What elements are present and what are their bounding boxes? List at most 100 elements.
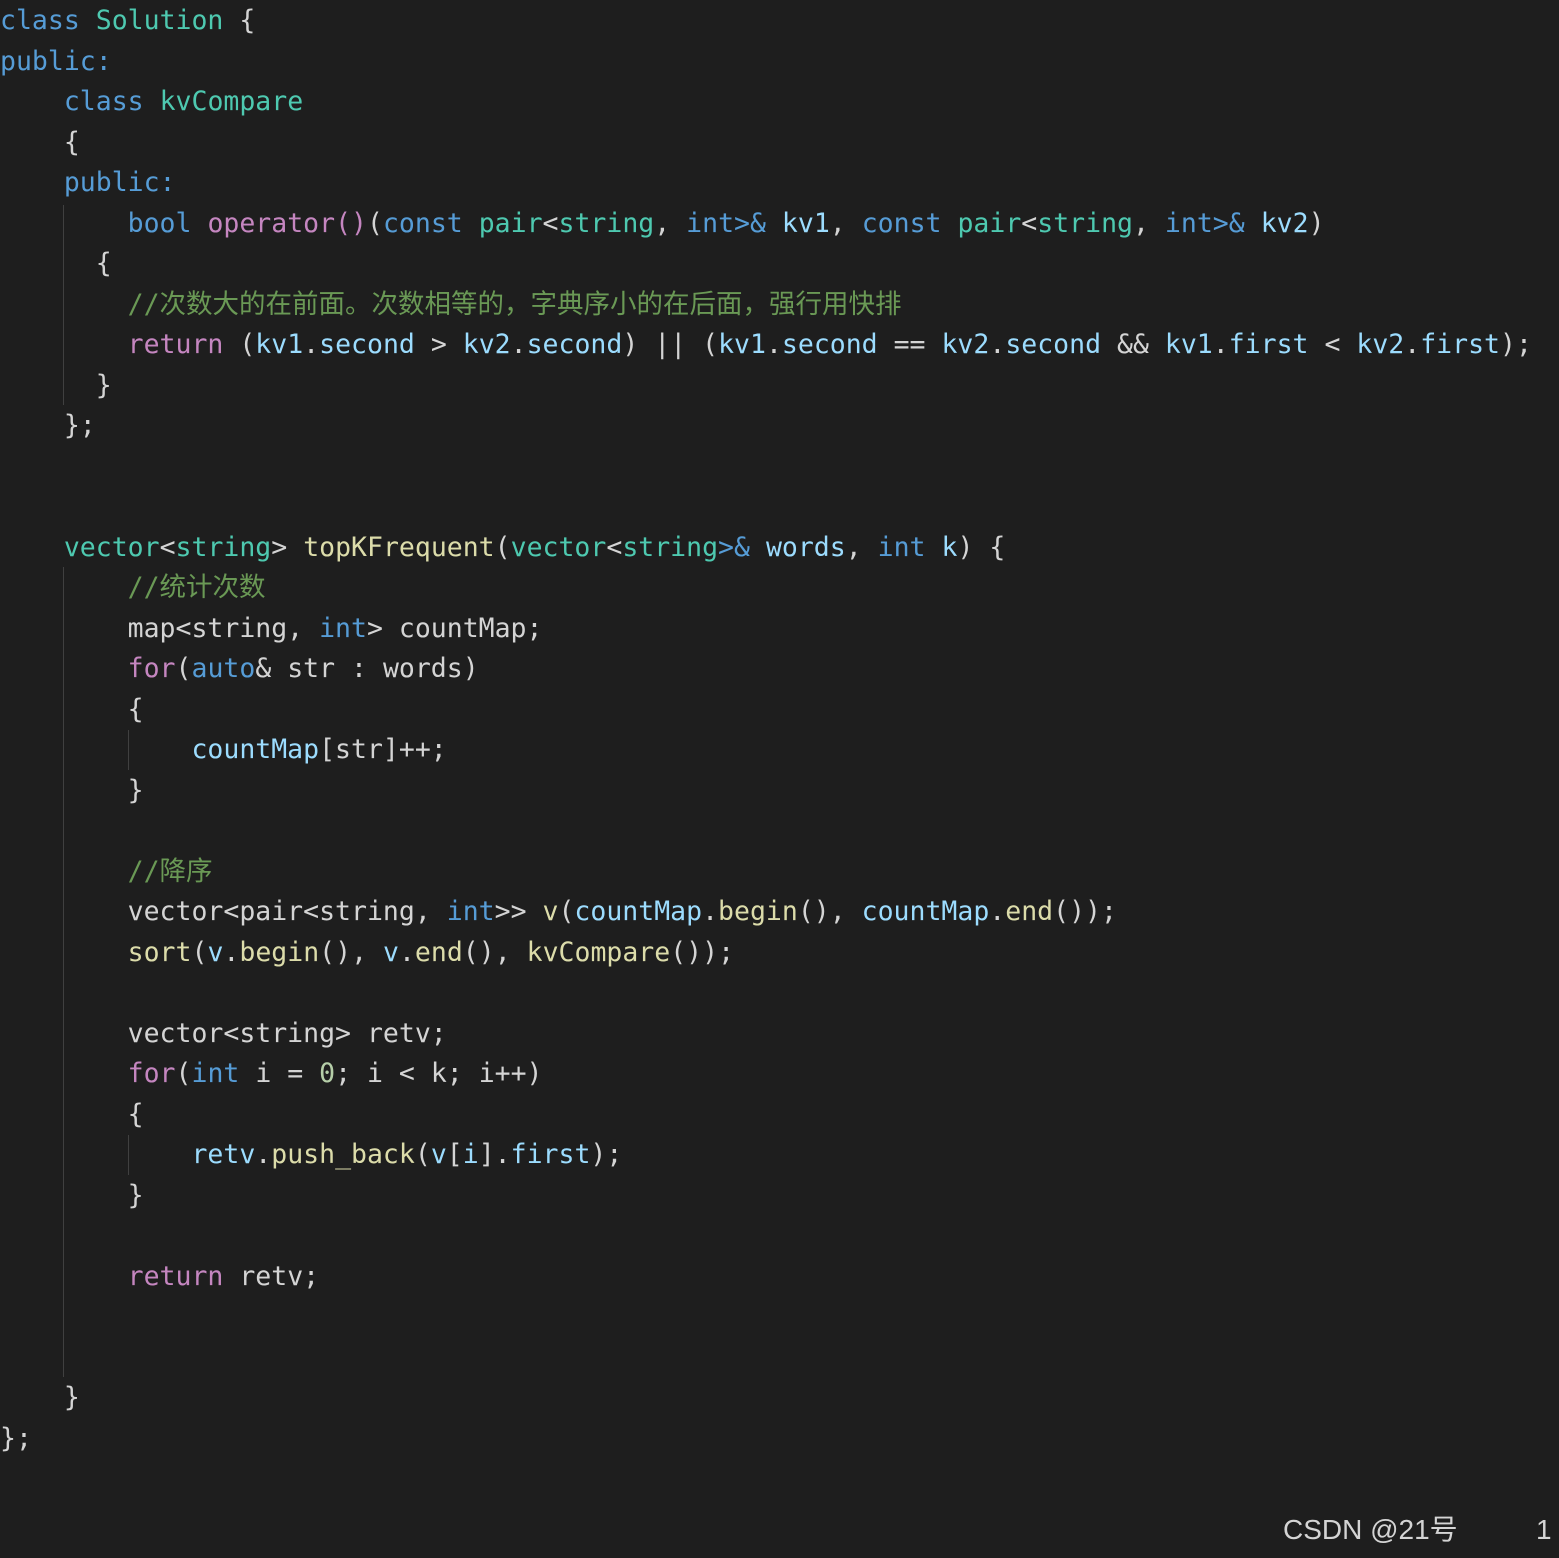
code-line[interactable]: { (0, 123, 80, 163)
code-token: kv2 (1260, 207, 1309, 239)
code-line[interactable]: public: (0, 42, 112, 82)
code-token: . (765, 329, 782, 360)
code-line[interactable]: { (0, 690, 144, 730)
code-token: . (1212, 329, 1229, 360)
code-line[interactable]: } (0, 771, 144, 811)
code-line[interactable]: return (kv1.second > kv2.second) || (kv1… (0, 325, 1532, 365)
code-token: ( (175, 1058, 192, 1089)
code-token: public: (63, 167, 176, 198)
code-token: string (1037, 207, 1133, 239)
code-token: (), (319, 936, 383, 968)
code-line[interactable]: class Solution { (0, 1, 255, 41)
code-token: int (191, 1058, 240, 1089)
code-token: ( (175, 653, 192, 684)
code-token: . (702, 896, 719, 927)
code-token: pair (478, 207, 543, 239)
code-token: int (686, 207, 735, 239)
code-line[interactable]: } (0, 1176, 144, 1216)
code-token: { (0, 126, 80, 158)
code-token: ); (1500, 329, 1532, 360)
code-token: i = (239, 1058, 320, 1089)
code-token: < (542, 207, 559, 239)
code-token: >& (718, 531, 750, 563)
code-line[interactable]: for(auto& str : words) (0, 649, 479, 689)
code-token: . (223, 936, 240, 968)
code-line[interactable]: public: (0, 163, 176, 203)
code-token: ; i < k; i++) (335, 1058, 543, 1089)
code-line[interactable]: vector<string> topKFrequent(vector<strin… (0, 528, 1006, 568)
code-token: int (446, 896, 495, 927)
code-token: string (558, 207, 655, 239)
code-line[interactable]: } (0, 1378, 80, 1418)
code-token: v (382, 936, 399, 968)
code-token: } (0, 369, 112, 401)
code-token: . (510, 329, 527, 360)
code-token: & str : words) (255, 653, 479, 684)
code-line[interactable]: countMap[str]++; (0, 730, 446, 770)
code-token: for (127, 1058, 176, 1089)
code-token: v (430, 1139, 447, 1170)
code-token: . (989, 896, 1006, 927)
code-token: } (0, 1179, 144, 1211)
code-token: > countMap; (366, 612, 543, 644)
code-line[interactable]: class kvCompare (0, 82, 303, 122)
code-line[interactable]: //统计次数 (0, 568, 266, 608)
code-token: k (941, 531, 958, 563)
code-token: end (1005, 896, 1054, 927)
code-token: map<string, (127, 612, 320, 644)
code-token: [ (446, 1139, 463, 1170)
code-token: begin (239, 936, 320, 968)
code-token: kv1 (255, 329, 304, 360)
code-line[interactable]: for(int i = 0; i < k; i++) (0, 1054, 543, 1094)
code-line[interactable]: vector<pair<string, int>> v(countMap.beg… (0, 892, 1117, 932)
code-token: const (861, 207, 942, 239)
csdn-watermark: CSDN @21号 (1283, 1514, 1458, 1545)
code-token: kvCompare (526, 936, 671, 968)
code-token: begin (718, 896, 798, 927)
code-token: > (271, 531, 304, 563)
code-line[interactable]: retv.push_back(v[i].first); (0, 1135, 622, 1175)
code-line[interactable]: } (0, 366, 112, 406)
code-line[interactable]: { (0, 1095, 144, 1135)
code-token: . (989, 329, 1006, 360)
code-token: (), (797, 896, 862, 927)
code-token: { (0, 693, 144, 725)
code-line[interactable]: sort(v.begin(), v.end(), kvCompare()); (0, 933, 734, 973)
code-token: >& (1212, 207, 1245, 239)
code-token: string (175, 531, 272, 563)
code-line[interactable]: }; (0, 1419, 32, 1459)
code-token: , (654, 207, 687, 239)
code-token: ) || ( (622, 329, 719, 360)
code-token: v (207, 936, 224, 968)
code-line[interactable]: vector<string> retv; (0, 1014, 447, 1054)
code-token: retv; (223, 1260, 320, 1292)
code-line[interactable]: { (0, 244, 112, 284)
code-line[interactable]: }; (0, 406, 96, 446)
code-token: == (877, 329, 942, 360)
code-token: } (0, 1382, 80, 1413)
code-token: first (1228, 329, 1309, 360)
code-line[interactable]: return retv; (0, 1257, 319, 1297)
code-token: for (127, 653, 176, 684)
code-token: . (303, 329, 320, 360)
code-line[interactable]: //降序 (0, 852, 213, 892)
code-token: int (1164, 207, 1213, 239)
code-token: ( (191, 936, 208, 968)
code-token: kv2 (462, 329, 511, 360)
code-token: ) { (957, 531, 1006, 563)
code-token: second (526, 329, 623, 360)
code-line[interactable]: //次数大的在前面。次数相等的，字典序小的在后面，强行用快排 (0, 285, 902, 325)
code-line[interactable]: map<string, int> countMap; (0, 609, 543, 649)
code-editor[interactable]: class Solution {public: class kvCompare … (0, 0, 1559, 1558)
code-line[interactable]: bool operator()(const pair<string, int>&… (0, 204, 1325, 244)
code-token: < (159, 531, 176, 563)
